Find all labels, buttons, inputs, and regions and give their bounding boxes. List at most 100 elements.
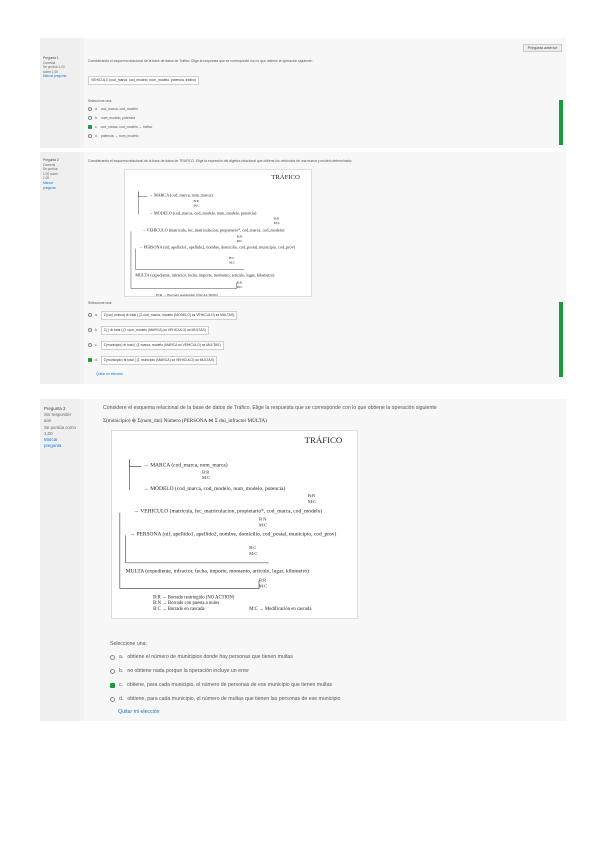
radio-button-selected[interactable] (88, 358, 92, 363)
schema-diagram: TRÁFICO → MARCA (cod_marca, nom_marca) B:R… (111, 430, 358, 619)
radio-button[interactable] (110, 655, 115, 660)
option-text: Σ(municipio) ⊕ total ( (Σ municipio (MAR… (100, 356, 217, 365)
flag-question[interactable]: Marcar pregunta (43, 74, 77, 79)
correct-indicator (559, 100, 563, 145)
option-b[interactable]: b. num_modelo, potencia (88, 116, 135, 121)
rule-bc: B:C (249, 545, 256, 550)
option-letter: c. (119, 682, 124, 688)
option-text: Σ(municipio) ⊕ total ( (Σ marca, modelo … (100, 341, 224, 350)
connector-vehiculo-multa (119, 512, 260, 589)
rule-mc: M:C (308, 499, 316, 504)
question-2-info: Pregunta 2 Correcta Se puntúa 1,00 sobre… (40, 152, 80, 384)
legend-br: B:R → Borrado restringido (NO ACTION) (156, 293, 218, 296)
radio-button[interactable] (88, 116, 92, 121)
diagram-title: TRÁFICO (305, 435, 343, 445)
radio-button[interactable] (88, 107, 92, 112)
legend-br: B:R → Borrado restringido (NO ACTION) (153, 595, 235, 600)
select-label: Seleccione una: (110, 641, 147, 647)
relation-vehiculo: → VEHICULO (matricula, fec_matriculacion… (141, 228, 285, 234)
rule-br: B:R (274, 217, 280, 221)
option-text: Σ( ) ⊕ total ( (Σ num_modelo (MARCA) ⋈ V… (100, 326, 209, 335)
connector-persona-multa (135, 248, 245, 270)
question-2-content: Considerando el esquema relacional de la… (84, 152, 566, 384)
rule-mc: M:C (249, 551, 257, 556)
connector-persona-multa (125, 535, 269, 564)
relation-marca: → MARCA (cod_marca, nom_marca) (149, 193, 213, 199)
option-c[interactable]: c. Σ(municipio) ⊕ total ( (Σ marca, mode… (88, 341, 224, 350)
option-text: no obtiene nada porque la operación incl… (127, 668, 250, 674)
relation-persona: → PERSONA (nif, apellido1, apellido2, no… (130, 530, 337, 537)
question-1-info: Pregunta 1 Correcta Se puntúa 1,00 sobre… (40, 38, 80, 148)
relation-modelo: → MODELO (cod_marca, cod_modelo, num_mod… (143, 485, 285, 492)
option-letter: c. (95, 125, 98, 129)
rule-mc: M:C (202, 475, 210, 480)
option-letter: a. (95, 313, 98, 317)
relation-multa: MULTA (expediente, infractor, fecha, imp… (135, 273, 275, 279)
radio-button[interactable] (88, 134, 92, 139)
radio-button[interactable] (110, 697, 115, 702)
question-prompt: Considerando el esquema relacional de la… (88, 59, 313, 63)
option-text: obtiene, para cada municipio, el número … (127, 696, 341, 702)
option-letter: b. (95, 116, 98, 120)
rule-bc: B:C (229, 256, 235, 260)
relation-multa: MULTA (expediente, infractor, fecha, imp… (126, 568, 309, 575)
option-text: num_modelo, potencia (100, 116, 136, 120)
radio-button-selected[interactable] (88, 125, 92, 130)
option-a[interactable]: a. cod_marca, cod_modelo (88, 107, 138, 112)
option-letter: b. (119, 668, 124, 674)
relation-vehiculo: → VEHICULO (matricula, fec_matriculacion… (134, 508, 323, 515)
clear-choice-link[interactable]: Quitar mi elección (118, 709, 160, 716)
radio-button[interactable] (110, 669, 115, 674)
radio-button-selected[interactable] (110, 683, 115, 688)
radio-button[interactable] (88, 313, 92, 318)
option-d[interactable]: d. Σ(municipio) ⊕ total ( (Σ municipio (… (88, 356, 217, 365)
option-letter: a. (119, 654, 124, 660)
option-letter: d. (119, 696, 124, 702)
question-prompt: Considere el esquema relacional de la ba… (103, 405, 437, 411)
option-letter: b. (95, 328, 98, 332)
option-letter: c. (95, 343, 98, 347)
option-d[interactable]: d. obtiene, para cada municipio, el núme… (110, 696, 340, 703)
rule-mc: M:C (229, 260, 236, 264)
rule-mc: M:C (237, 239, 244, 243)
question-1-content: Pregunta anterior Considerando el esquem… (84, 38, 566, 148)
option-letter: d. (95, 134, 98, 138)
question-state: Sin responder aún (44, 412, 72, 424)
select-label: Seleccione una: (88, 99, 113, 103)
rule-br: B:R (193, 199, 199, 203)
legend-bn: B:N → Borrado con puesta a nulos (153, 601, 219, 606)
option-text: cod_marca, cod_modelo → tráfico (100, 125, 153, 129)
option-b[interactable]: b. Σ( ) ⊕ total ( (Σ num_modelo (MARCA) … (88, 326, 209, 335)
schema-diagram-small: TRÁFICO → MARCA (cod_marca, nom_marca) B:R… (124, 169, 312, 297)
question-1: Pregunta 1 Correcta Se puntúa 1,00 sobre… (40, 38, 566, 148)
rule-bn: B:N (259, 517, 267, 522)
flag-question-b[interactable]: pregunta (43, 186, 77, 191)
question-3-info: Pregunta 3 Sin responder aún Se puntúa c… (40, 399, 80, 721)
rule-mc: M:C (274, 221, 281, 225)
option-text: cod_marca, cod_modelo (100, 107, 138, 111)
radio-button[interactable] (88, 343, 92, 348)
previous-question-button[interactable]: Pregunta anterior (522, 44, 562, 52)
question-prompt: Considerando el esquema relacional de la… (88, 159, 353, 163)
option-c[interactable]: c. cod_marca, cod_modelo → tráfico (88, 125, 152, 130)
option-c[interactable]: c. obtiene, para cada municipio, el núme… (110, 682, 332, 689)
question-3-content: Considere el esquema relacional de la ba… (84, 399, 566, 721)
connector-marca (138, 191, 148, 197)
rule-mc: M:C (193, 203, 200, 207)
option-b[interactable]: b. no obtiene nada porque la operación i… (110, 668, 249, 675)
relation-marca: → MARCA (cod_marca, nom_marca) (143, 461, 227, 468)
legend-mc: M:C → Modificación en cascada (249, 607, 312, 612)
radio-button[interactable] (88, 328, 92, 333)
rule-bn: B:N (237, 234, 243, 238)
option-a[interactable]: a. obtiene el número de municipios donde… (110, 654, 293, 661)
option-d[interactable]: d. potencia → num_modelo (88, 134, 139, 139)
rule-br: B:R (237, 280, 243, 284)
option-text: obtiene, para cada municipio, el número … (127, 682, 333, 688)
clear-choice-link[interactable]: Quitar mi elección (96, 372, 123, 377)
option-letter: d. (95, 358, 98, 362)
connector-vehiculo-multa (130, 231, 237, 289)
option-a[interactable]: a. Σ(cod_marca) ⊕ total ( (Σ cod_marca, … (88, 311, 238, 320)
option-text: obtiene el número de municipios donde ha… (127, 654, 293, 660)
flag-question[interactable]: Marcar pregunta (44, 437, 76, 449)
option-text: Σ(cod_marca) ⊕ total ( (Σ cod_marca, mod… (100, 311, 238, 320)
